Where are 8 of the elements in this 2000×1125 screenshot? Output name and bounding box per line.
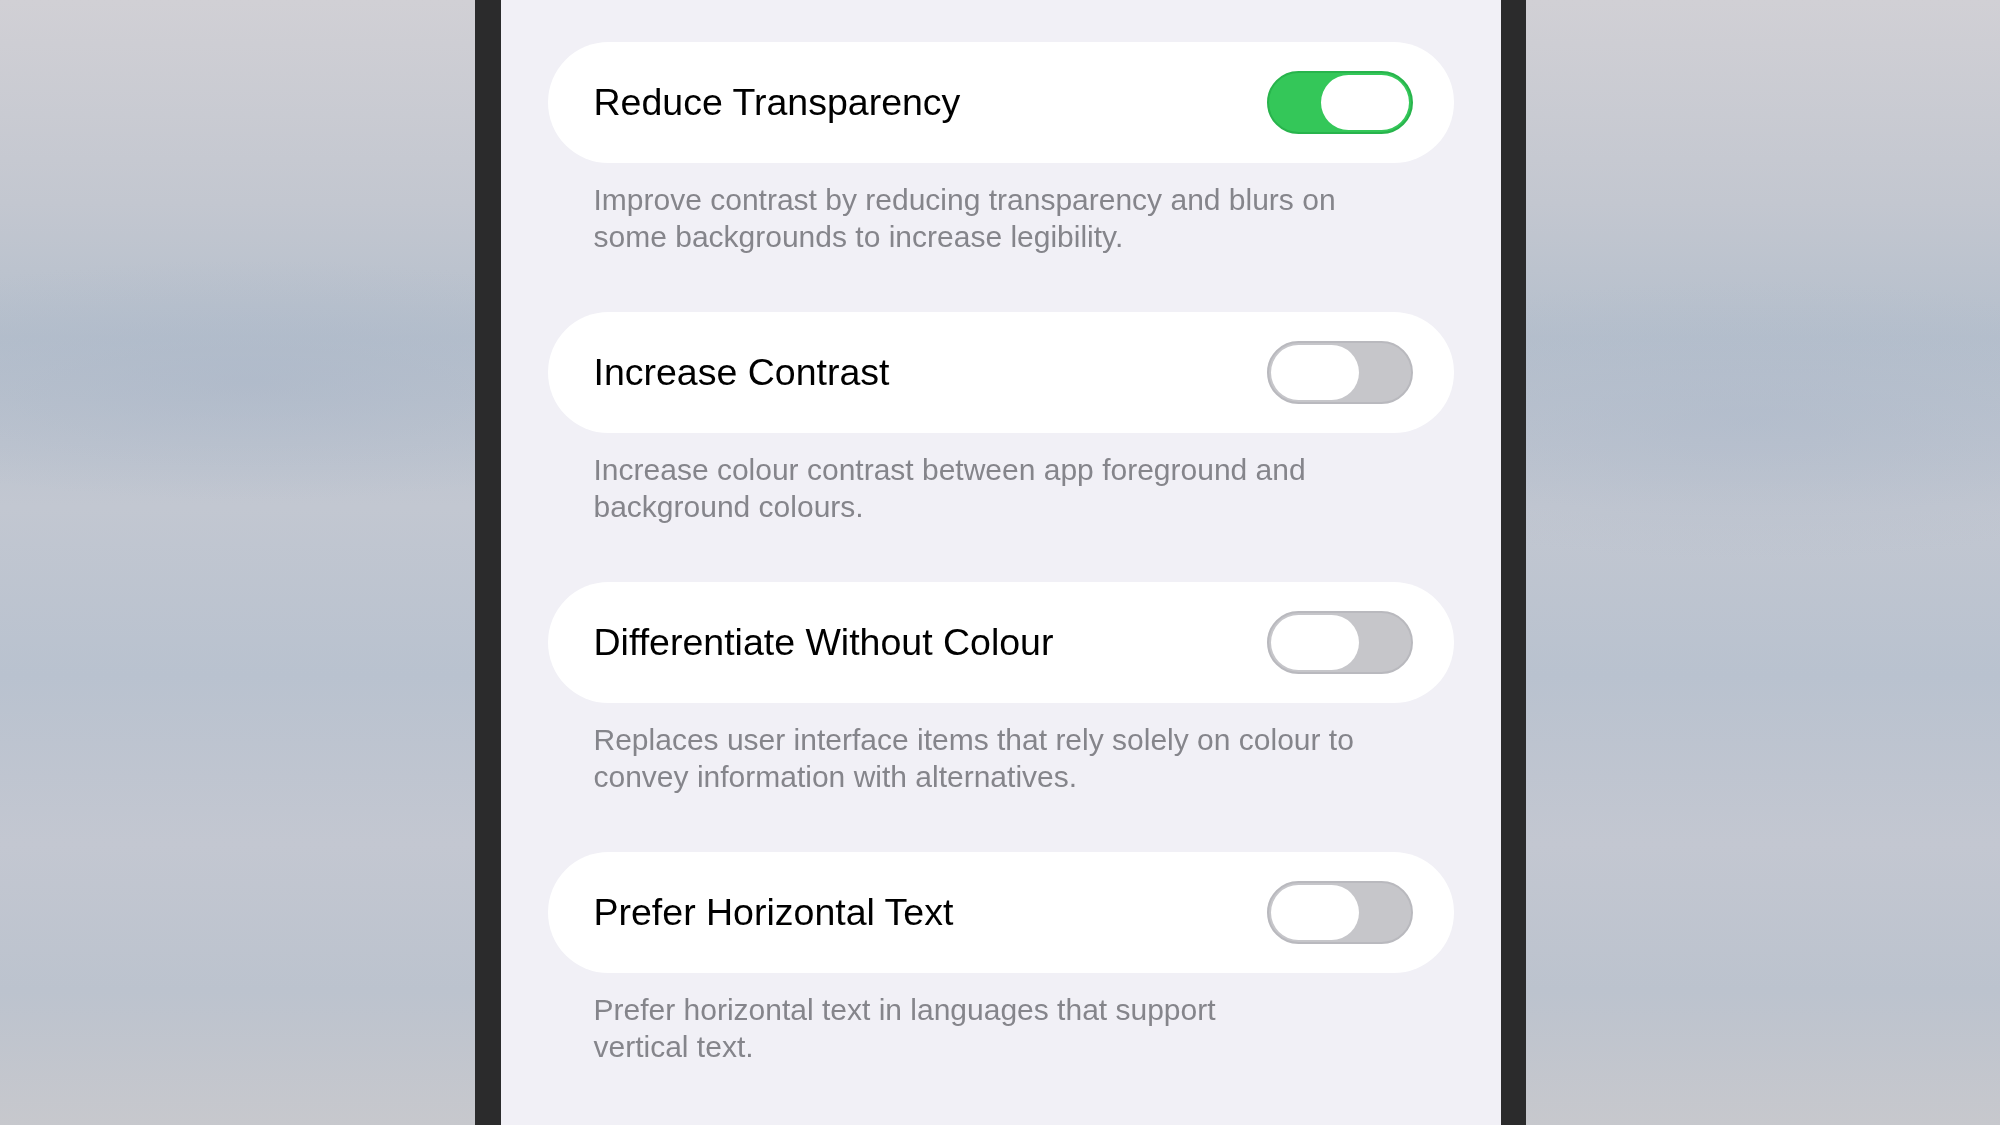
setting-description: Prefer horizontal text in languages that support vertical text. <box>592 992 1217 1065</box>
setting-title: Reduce Transparency <box>593 81 961 124</box>
setting-title: Increase Contrast <box>593 351 890 394</box>
setting-description: Improve contrast by reducing transparency and blurs on some backgrounds to increase legibility. <box>592 182 1337 255</box>
setting-title: Prefer Horizontal Text <box>593 891 954 934</box>
setting-description: Replaces user interface items that rely solely on colour to convey information with alternatives. <box>592 722 1355 795</box>
setting-title: Differentiate Without Colour <box>593 621 1054 664</box>
setting-description: Increase colour contrast between app foreground and background colours. <box>592 452 1307 525</box>
